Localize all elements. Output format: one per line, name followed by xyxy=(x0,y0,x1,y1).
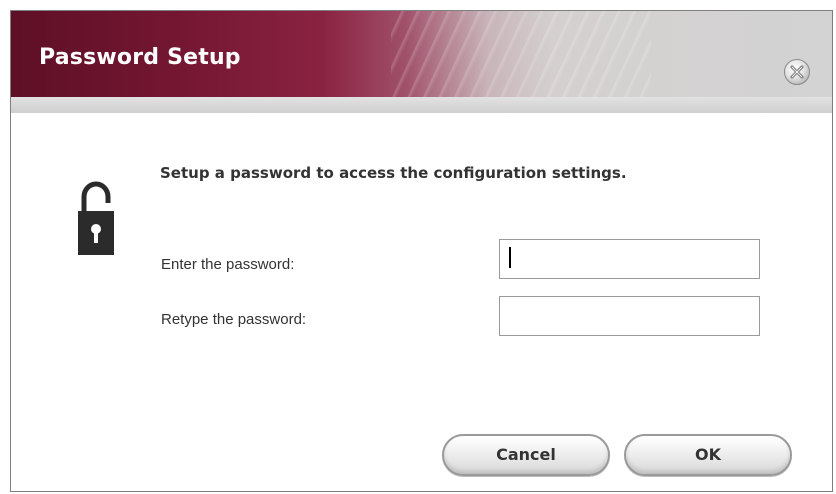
password-setup-dialog: Password Setup Setup a password to acces… xyxy=(10,10,833,492)
title-underbar xyxy=(11,97,832,113)
close-button[interactable] xyxy=(784,59,810,85)
retype-password-field[interactable] xyxy=(499,296,760,336)
retype-password-label: Retype the password: xyxy=(161,311,307,328)
cancel-button[interactable]: Cancel xyxy=(442,434,610,476)
text-caret xyxy=(509,247,511,268)
close-icon xyxy=(790,65,804,79)
title-bar-decoration xyxy=(391,11,651,97)
instruction-text: Setup a password to access the configura… xyxy=(160,164,627,182)
title-bar: Password Setup xyxy=(11,11,832,97)
enter-password-field[interactable] xyxy=(499,239,760,279)
unlocked-padlock-icon xyxy=(78,181,114,255)
enter-password-label: Enter the password: xyxy=(161,256,295,273)
dialog-title: Password Setup xyxy=(39,45,241,70)
ok-button[interactable]: OK xyxy=(624,434,792,476)
